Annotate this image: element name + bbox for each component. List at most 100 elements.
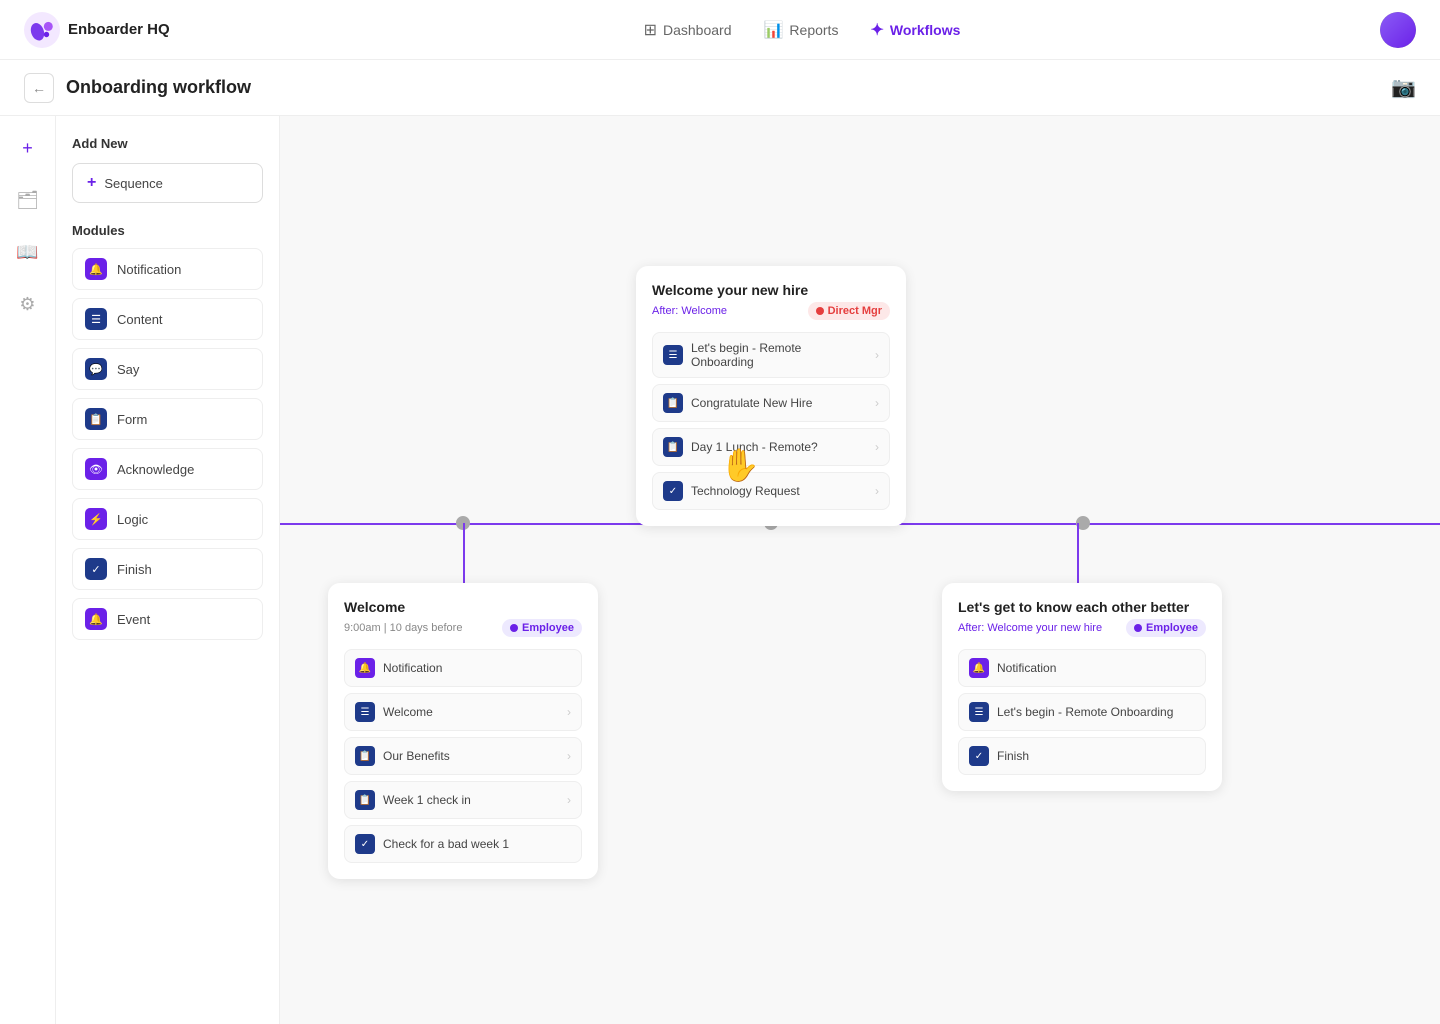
form-module-icon: 📋 xyxy=(85,408,107,430)
app-name: Enboarder HQ xyxy=(68,21,170,38)
reports-icon: 📊 xyxy=(764,20,784,40)
card-welcome-new-hire[interactable]: Welcome your new hire After: Welcome Dir… xyxy=(636,266,906,526)
card-welcome-time: 9:00am | 10 days before xyxy=(344,622,462,634)
module-notification[interactable]: 🔔 Notification xyxy=(72,248,263,290)
back-button[interactable]: ← xyxy=(24,73,54,103)
nav-workflows[interactable]: ✦ Workflows xyxy=(870,20,960,40)
chevron-icon-3: › xyxy=(875,484,879,498)
module-acknowledge-label: Acknowledge xyxy=(117,462,194,477)
form-icon-w2: 📋 xyxy=(355,746,375,766)
main-layout: + 🗂 📖 ⚙ Add New + Sequence Modules 🔔 Not… xyxy=(0,116,1440,1024)
item-text-r2: Finish xyxy=(997,749,1195,763)
nav-links: ⊞ Dashboard 📊 Reports ✦ Workflows xyxy=(224,20,1380,40)
card-right-title: Let's get to know each other better xyxy=(958,599,1206,615)
check-icon-w4: ✓ xyxy=(355,834,375,854)
nav-dashboard[interactable]: ⊞ Dashboard xyxy=(644,20,732,40)
chevron-icon-w3: › xyxy=(567,793,571,807)
sidebar-icon-book[interactable]: 📖 xyxy=(12,236,44,268)
event-module-icon: 🔔 xyxy=(85,608,107,630)
page-title: Onboarding workflow xyxy=(66,77,1391,98)
card-main-meta: After: Welcome Direct Mgr xyxy=(652,302,890,320)
notif-icon-r0: 🔔 xyxy=(969,658,989,678)
card-welcome-item-3[interactable]: 📋 Week 1 check in › xyxy=(344,781,582,819)
item-text-0: Let's begin - Remote Onboarding xyxy=(691,341,867,369)
card-welcome-item-1[interactable]: ☰ Welcome › xyxy=(344,693,582,731)
card-right-meta: After: Welcome your new hire Employee xyxy=(958,619,1206,637)
item-text-3: Technology Request xyxy=(691,484,867,498)
card-right-after: After: Welcome your new hire xyxy=(958,622,1102,634)
chevron-icon-w2: › xyxy=(567,749,571,763)
workflows-icon: ✦ xyxy=(870,20,883,40)
item-text-w1: Welcome xyxy=(383,705,559,719)
chevron-icon-2: › xyxy=(875,440,879,454)
nav-reports[interactable]: 📊 Reports xyxy=(764,20,839,40)
content-icon: ☰ xyxy=(663,345,683,365)
item-text-r1: Let's begin - Remote Onboarding xyxy=(997,705,1195,719)
module-form-label: Form xyxy=(117,412,147,427)
card-welcome-item-0[interactable]: 🔔 Notification xyxy=(344,649,582,687)
card-welcome-item-2[interactable]: 📋 Our Benefits › xyxy=(344,737,582,775)
logic-module-icon: ⚡ xyxy=(85,508,107,530)
dashboard-icon: ⊞ xyxy=(644,20,657,40)
item-text-w2: Our Benefits xyxy=(383,749,559,763)
form-icon-1: 📋 xyxy=(663,393,683,413)
card-welcome-title: Welcome xyxy=(344,599,582,615)
content-icon-w1: ☰ xyxy=(355,702,375,722)
module-event-label: Event xyxy=(117,612,150,627)
card-welcome-item-4[interactable]: ✓ Check for a bad week 1 xyxy=(344,825,582,863)
card-right-item-1[interactable]: ☰ Let's begin - Remote Onboarding xyxy=(958,693,1206,731)
sidebar-icon-plus[interactable]: + xyxy=(12,132,44,164)
notification-module-icon: 🔔 xyxy=(85,258,107,280)
canvas[interactable]: Welcome your new hire After: Welcome Dir… xyxy=(280,116,1440,1024)
module-content-label: Content xyxy=(117,312,163,327)
card-lets-get-to-know[interactable]: Let's get to know each other better Afte… xyxy=(942,583,1222,791)
card-main-item-1[interactable]: 📋 Congratulate New Hire › xyxy=(652,384,890,422)
card-welcome[interactable]: Welcome 9:00am | 10 days before Employee… xyxy=(328,583,598,879)
module-finish[interactable]: ✓ Finish xyxy=(72,548,263,590)
add-sequence-button[interactable]: + Sequence xyxy=(72,163,263,203)
card-main-after: After: Welcome xyxy=(652,305,727,317)
module-say[interactable]: 💬 Say xyxy=(72,348,263,390)
say-module-icon: 💬 xyxy=(85,358,107,380)
form-icon-2: 📋 xyxy=(663,437,683,457)
item-text-w4: Check for a bad week 1 xyxy=(383,837,571,851)
card-right-item-0[interactable]: 🔔 Notification xyxy=(958,649,1206,687)
check-icon-3: ✓ xyxy=(663,481,683,501)
card-main-badge: Direct Mgr xyxy=(808,302,890,320)
chevron-icon-0: › xyxy=(875,348,879,362)
card-right-item-2[interactable]: ✓ Finish xyxy=(958,737,1206,775)
module-notification-label: Notification xyxy=(117,262,181,277)
card-welcome-meta: 9:00am | 10 days before Employee xyxy=(344,619,582,637)
finish-module-icon: ✓ xyxy=(85,558,107,580)
avatar[interactable] xyxy=(1380,12,1416,48)
module-form[interactable]: 📋 Form xyxy=(72,398,263,440)
module-acknowledge[interactable]: 👁 Acknowledge xyxy=(72,448,263,490)
badge-employee-circle xyxy=(510,624,518,632)
sidebar-icon-settings[interactable]: ⚙ xyxy=(12,288,44,320)
camera-button[interactable]: 📷 xyxy=(1391,75,1416,100)
add-new-label: Add New xyxy=(72,136,263,151)
sidebar-icon-folder[interactable]: 🗂 xyxy=(12,184,44,216)
item-text-2: Day 1 Lunch - Remote? xyxy=(691,440,867,454)
card-main-item-2[interactable]: 📋 Day 1 Lunch - Remote? › xyxy=(652,428,890,466)
card-main-item-3[interactable]: ✓ Technology Request › xyxy=(652,472,890,510)
form-icon-w3: 📋 xyxy=(355,790,375,810)
module-logic[interactable]: ⚡ Logic xyxy=(72,498,263,540)
check-icon-r2: ✓ xyxy=(969,746,989,766)
chevron-icon-1: › xyxy=(875,396,879,410)
module-logic-label: Logic xyxy=(117,512,148,527)
module-event[interactable]: 🔔 Event xyxy=(72,598,263,640)
notif-icon-w0: 🔔 xyxy=(355,658,375,678)
card-main-title: Welcome your new hire xyxy=(652,282,890,298)
chevron-icon-w1: › xyxy=(567,705,571,719)
modules-label: Modules xyxy=(72,223,263,238)
content-icon-r1: ☰ xyxy=(969,702,989,722)
content-module-icon: ☰ xyxy=(85,308,107,330)
item-text-w3: Week 1 check in xyxy=(383,793,559,807)
module-say-label: Say xyxy=(117,362,139,377)
module-finish-label: Finish xyxy=(117,562,152,577)
card-main-item-0[interactable]: ☰ Let's begin - Remote Onboarding › xyxy=(652,332,890,378)
item-text-r0: Notification xyxy=(997,661,1195,675)
module-content[interactable]: ☰ Content xyxy=(72,298,263,340)
item-text-w0: Notification xyxy=(383,661,571,675)
